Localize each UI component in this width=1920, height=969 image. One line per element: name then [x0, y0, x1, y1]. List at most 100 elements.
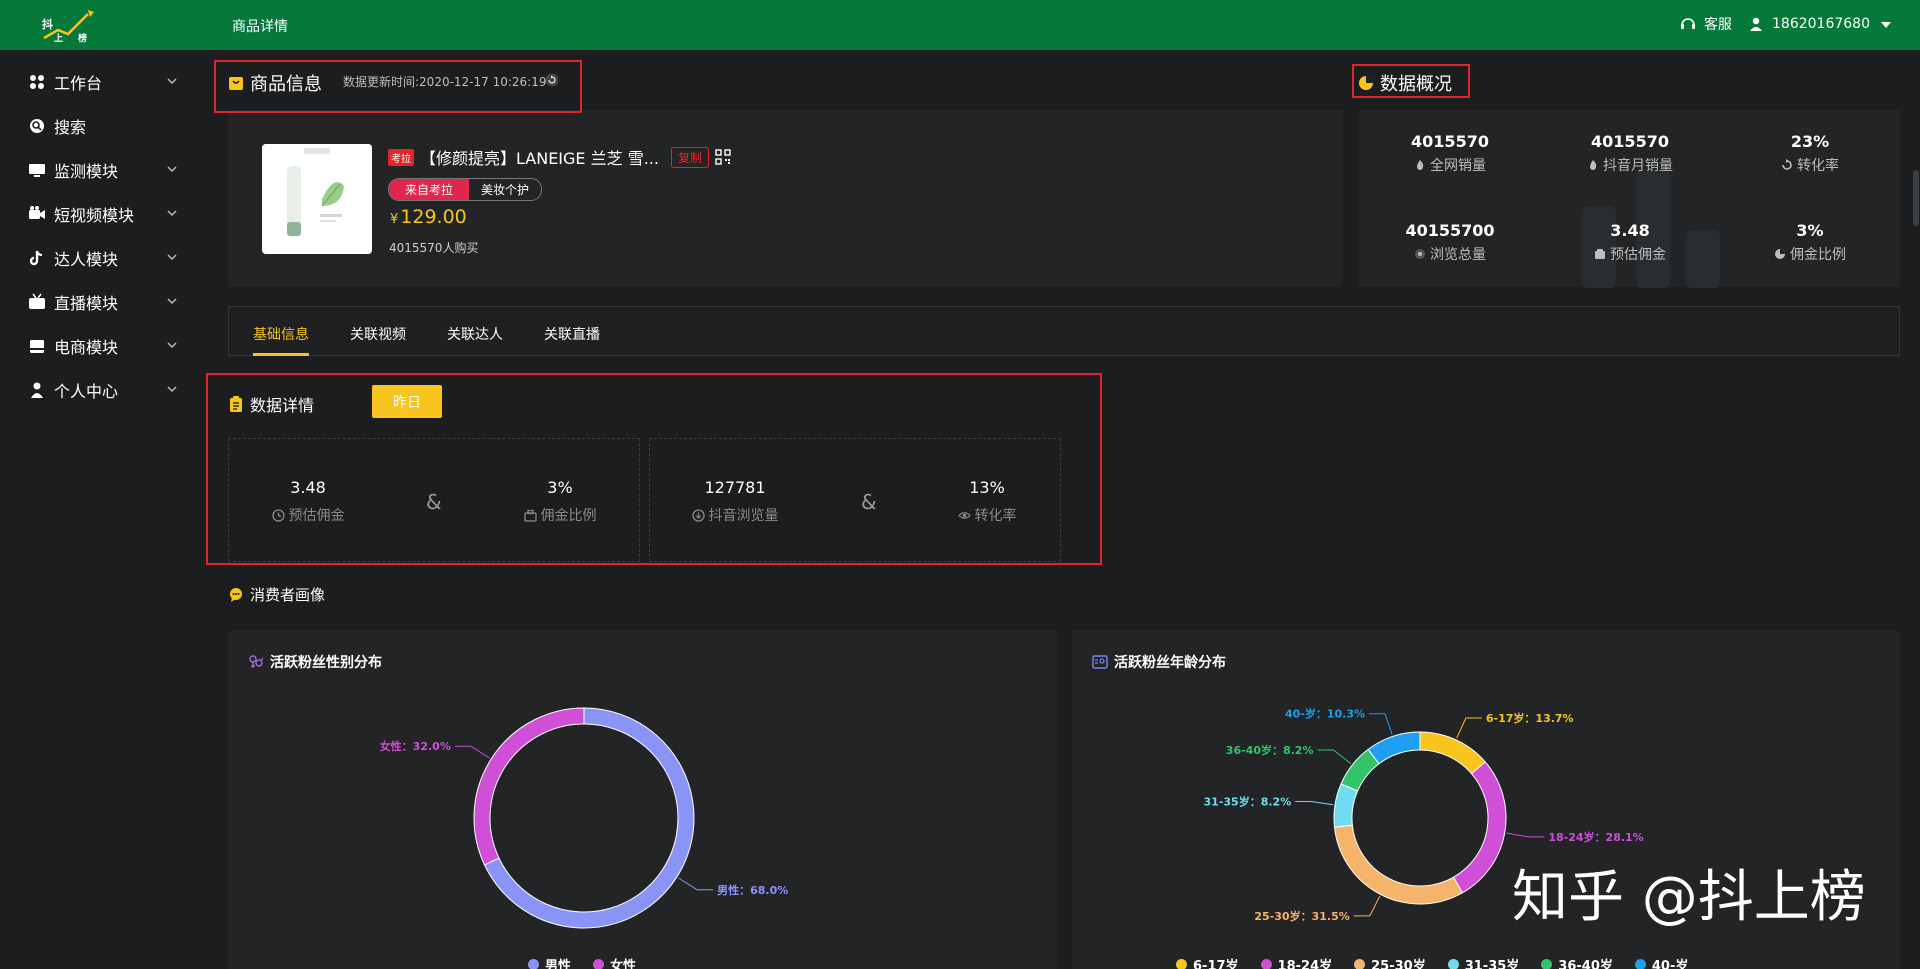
sidebar-item-workbench[interactable]: 工作台 [28, 60, 178, 104]
eye-icon [1414, 248, 1426, 260]
label-leader-line [1456, 717, 1482, 739]
gender-icon [248, 654, 264, 670]
sidebar-item-short-video[interactable]: 短视频模块 [28, 192, 178, 236]
donut-slice-31-35岁[interactable] [1333, 783, 1359, 828]
legend-item[interactable]: 40-岁 [1634, 955, 1688, 969]
copy-button[interactable]: 复制 [670, 146, 709, 168]
top-bar: 抖 上 榜 商品详情 客服 18620167680 [0, 0, 1920, 50]
sidebar-item-monitor[interactable]: 监测模块 [28, 148, 178, 192]
gender-legend: 男性 女性 [528, 955, 636, 969]
legend-item[interactable]: 25-30岁 [1354, 955, 1426, 969]
legend-dot [528, 959, 539, 969]
pie-chart-icon [1358, 75, 1374, 91]
label-leader-line [1369, 713, 1393, 735]
overview-metric: 3.48 预估佣金 [1560, 221, 1700, 264]
donut-slice-18-24岁[interactable] [1452, 761, 1507, 894]
gender-chart-title: 活跃粉丝性别分布 [248, 652, 382, 672]
tab-related-influencers[interactable]: 关联达人 [447, 324, 503, 344]
wallet-icon [1594, 248, 1606, 260]
detail-metric: 3.48 预估佣金 [238, 478, 378, 525]
search-icon [28, 117, 46, 135]
overview-metric: 23% 转化率 [1740, 132, 1880, 175]
donut-slice-25-30岁[interactable] [1333, 824, 1464, 905]
label-leader-line [1317, 749, 1352, 765]
chevron-down-icon [167, 210, 177, 217]
sidebar-item-influencer[interactable]: 达人模块 [28, 236, 178, 280]
briefcase-icon [523, 509, 537, 522]
fire-icon [1587, 159, 1599, 171]
tab-related-live[interactable]: 关联直播 [544, 324, 600, 344]
chat-icon [228, 587, 244, 603]
detail-metric: 127781 抖音浏览量 [665, 478, 805, 525]
category-pill: 美妆个护 [481, 183, 530, 197]
sidebar-item-search[interactable]: 搜索 [28, 104, 178, 148]
headset-icon[interactable] [1680, 16, 1696, 32]
sidebar-item-live[interactable]: 直播模块 [28, 280, 178, 324]
logo[interactable]: 抖 上 榜 [38, 8, 100, 44]
sidebar-item-label: 短视频模块 [54, 206, 135, 225]
bag-icon [228, 75, 244, 91]
product-price: ¥129.00 [390, 206, 467, 228]
qrcode-icon[interactable] [715, 149, 731, 165]
tiktok-icon [28, 249, 46, 267]
legend-item[interactable]: 36-40岁 [1541, 955, 1613, 969]
yesterday-button[interactable]: 昨日 [372, 385, 442, 418]
slice-label: 25-30岁：31.5% [1254, 909, 1349, 923]
sidebar-item-label: 电商模块 [54, 338, 119, 357]
legend-item[interactable]: 女性 [593, 955, 636, 969]
download-circle-icon [691, 508, 705, 522]
label-leader-line [1295, 800, 1334, 806]
id-card-icon [1092, 654, 1108, 670]
chevron-down-icon [167, 342, 177, 349]
buyer-count: 4015570人购买 [389, 241, 479, 255]
sidebar-item-label: 监测模块 [54, 162, 119, 181]
slice-label: 40-岁：10.3% [1285, 707, 1365, 721]
legend-item[interactable]: 31-35岁 [1447, 955, 1519, 969]
slice-label: 31-35岁：8.2% [1204, 794, 1292, 808]
donut-slice-40-岁[interactable] [1367, 731, 1421, 765]
product-name[interactable]: 【修颜提亮】LANEIGE 兰芝 雪... [420, 145, 659, 169]
product-image[interactable] [262, 144, 372, 254]
fire-icon [1414, 159, 1426, 171]
svg-text:榜: 榜 [78, 32, 87, 44]
legend-dot [593, 959, 605, 969]
donut-slice-6-17岁[interactable] [1419, 731, 1486, 775]
donut-slice-女性[interactable] [473, 707, 585, 866]
service-link[interactable]: 客服 [1704, 14, 1732, 34]
gender-donut-chart: 男性：68.0% 女性：32.0% [380, 707, 788, 929]
legend-dot [1541, 959, 1553, 969]
sidebar-item-label: 工作台 [54, 74, 103, 93]
chevron-down-icon [167, 386, 177, 393]
sidebar-item-profile[interactable]: 个人中心 [28, 368, 178, 412]
refresh-icon[interactable] [545, 73, 559, 87]
caret-down-icon[interactable] [1878, 16, 1894, 32]
slice-label: 18-24岁：28.1% [1548, 830, 1643, 844]
age-legend: 6-17岁 18-24岁 25-30岁 31-35岁 36-40岁 40-岁 [1176, 955, 1688, 969]
legend-item[interactable]: 6-17岁 [1176, 955, 1239, 969]
chevron-down-icon [167, 254, 177, 261]
tab-basic-info[interactable]: 基础信息 [253, 324, 309, 344]
scrollbar-thumb[interactable] [1913, 170, 1919, 226]
sidebar-item-ecommerce[interactable]: 电商模块 [28, 324, 178, 368]
user-icon [28, 381, 46, 399]
sidebar: 工作台 搜索 监测模块 短视频模块 达人模块 直播模块 电商模块 个人中心 [0, 50, 200, 969]
legend-item[interactable]: 男性 [528, 955, 571, 969]
slice-label: 6-17岁：13.7% [1486, 711, 1574, 725]
chevron-down-icon [167, 166, 177, 173]
ampersand: & [426, 490, 442, 514]
watermark: 知乎 @抖上榜 [1512, 865, 1866, 930]
user-phone[interactable]: 18620167680 [1772, 16, 1870, 32]
age-chart-title: 活跃粉丝年龄分布 [1092, 652, 1226, 672]
label-leader-line [678, 877, 714, 891]
overview-metric: 40155700 浏览总量 [1405, 221, 1495, 263]
monitor-icon [28, 161, 46, 179]
svg-text:抖: 抖 [42, 17, 53, 31]
detail-metric: 13% 转化率 [917, 478, 1057, 525]
currency-symbol: ¥ [390, 212, 399, 227]
tab-related-videos[interactable]: 关联视频 [350, 324, 406, 344]
active-tab-indicator [253, 353, 309, 356]
price-value: 129.00 [400, 206, 467, 228]
legend-item[interactable]: 18-24岁 [1260, 955, 1332, 969]
legend-dot [1447, 959, 1459, 969]
product-info-title: 商品信息 [228, 70, 322, 96]
